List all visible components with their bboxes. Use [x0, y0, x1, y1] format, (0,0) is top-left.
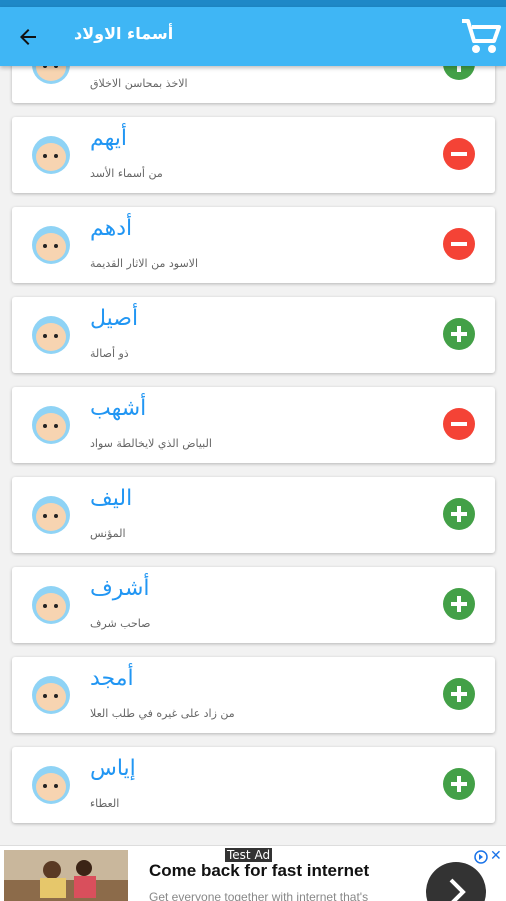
ad-body: Get everyone together with internet that… [149, 890, 369, 901]
ad-cta-button[interactable] [426, 862, 486, 901]
ad-banner[interactable]: Test Ad Come back for fast internet Get … [0, 845, 506, 901]
remove-favorite-button[interactable] [443, 408, 475, 440]
baby-avatar-icon [32, 226, 70, 264]
plus-icon [451, 326, 467, 342]
chevron-right-icon [449, 878, 466, 901]
plus-icon [451, 776, 467, 792]
shopping-cart-icon[interactable] [458, 15, 502, 59]
arrow-back-icon[interactable] [14, 23, 42, 51]
add-favorite-button[interactable] [443, 588, 475, 620]
baby-avatar-icon [32, 766, 70, 804]
name-label: أشرف [90, 576, 150, 601]
list-item[interactable]: أشهب البياض الذي لايخالطة سواد [12, 387, 495, 463]
name-label: أصيل [90, 306, 139, 331]
baby-avatar-icon [32, 676, 70, 714]
add-favorite-button[interactable] [443, 318, 475, 350]
add-favorite-button[interactable] [443, 768, 475, 800]
minus-icon [451, 242, 467, 246]
ad-close-button[interactable]: ✕ [490, 848, 502, 864]
minus-icon [451, 422, 467, 426]
remove-favorite-button[interactable] [443, 138, 475, 170]
meaning-label: المؤنس [90, 527, 126, 540]
minus-icon [451, 152, 467, 156]
ad-image [4, 850, 128, 901]
baby-avatar-icon [32, 316, 70, 354]
baby-avatar-icon [32, 496, 70, 534]
meaning-label: العطاء [90, 797, 120, 810]
name-label: أدهم [90, 216, 133, 241]
add-favorite-button[interactable] [443, 498, 475, 530]
list-item[interactable]: إياس العطاء [12, 747, 495, 823]
page-title: أسماء الاولاد [74, 24, 174, 43]
name-label: أيهم [90, 126, 128, 151]
ad-headline[interactable]: Come back for fast internet [149, 861, 369, 881]
meaning-label: الاسود من الاثار القديمة [90, 257, 199, 270]
plus-icon [451, 686, 467, 702]
baby-avatar-icon [32, 406, 70, 444]
name-label: أمجد [90, 666, 134, 691]
app-bar: أسماء الاولاد [0, 7, 506, 66]
list-item[interactable]: أمجد من زاد على غيره في طلب العلا [12, 657, 495, 733]
plus-icon [451, 596, 467, 612]
baby-avatar-icon [32, 586, 70, 624]
list-item[interactable]: اليف المؤنس [12, 477, 495, 553]
meaning-label: من زاد على غيره في طلب العلا [90, 707, 235, 720]
list-item[interactable]: أشرف صاحب شرف [12, 567, 495, 643]
names-list[interactable]: الاخذ بمحاسن الاخلاق أيهم من أسماء الأسد… [0, 0, 506, 845]
meaning-label: الاخذ بمحاسن الاخلاق [90, 77, 188, 90]
list-item[interactable]: أدهم الاسود من الاثار القديمة [12, 207, 495, 283]
name-label: أشهب [90, 396, 147, 421]
name-label: إياس [90, 756, 136, 781]
meaning-label: ذو أصالة [90, 347, 129, 360]
meaning-label: من أسماء الأسد [90, 167, 163, 180]
meaning-label: صاحب شرف [90, 617, 151, 630]
meaning-label: البياض الذي لايخالطة سواد [90, 437, 212, 450]
add-favorite-button[interactable] [443, 678, 475, 710]
ad-label: Test Ad [225, 848, 273, 862]
plus-icon [451, 506, 467, 522]
baby-avatar-icon [32, 136, 70, 174]
remove-favorite-button[interactable] [443, 228, 475, 260]
list-item[interactable]: أيهم من أسماء الأسد [12, 117, 495, 193]
list-item[interactable]: أصيل ذو أصالة [12, 297, 495, 373]
name-label: اليف [90, 486, 133, 511]
